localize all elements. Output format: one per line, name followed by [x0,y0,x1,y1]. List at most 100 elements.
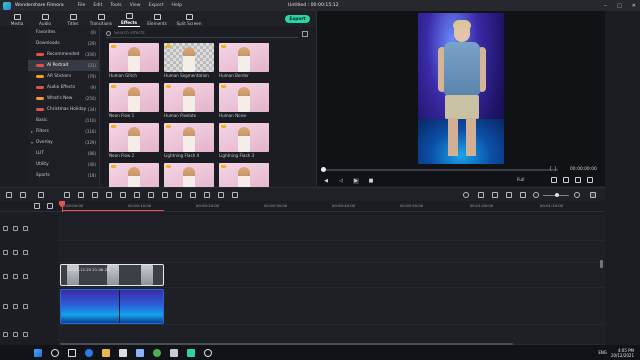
category-item[interactable]: Audio Effects (9) [28,82,99,93]
step-back-icon[interactable]: ◁ [338,178,344,184]
menu-view[interactable]: View [130,3,141,8]
keyframe-icon[interactable] [162,192,168,198]
category-item[interactable]: LUT (86) [28,148,99,159]
category-item[interactable]: Basic (116) [28,115,99,126]
mute-icon[interactable] [23,332,28,337]
category-item[interactable]: Favorites (0) [28,27,99,38]
effect-tile[interactable]: Lightning Flash 4 [164,123,214,161]
render-icon[interactable] [463,192,469,198]
lock-icon[interactable] [13,250,18,255]
maximize-icon[interactable]: □ [617,3,622,9]
effect-tile[interactable]: Neon Flow 2 [109,123,159,161]
export-button[interactable]: Export [285,15,310,23]
menu-help[interactable]: Help [172,3,182,8]
volume-icon[interactable] [575,177,581,183]
effect-tile[interactable]: Lightning Flash 3 [219,123,269,161]
cut-icon[interactable] [64,192,70,198]
preview-scrubber[interactable] [321,167,558,172]
language-indicator[interactable]: ENG [598,350,607,355]
menu-tools[interactable]: Tools [110,3,121,8]
green-screen-icon[interactable] [176,192,182,198]
zoom-slider-handle[interactable] [555,193,559,197]
category-item[interactable]: Christmas Holiday (34) [28,104,99,115]
tab-audio[interactable]: Audio [34,11,56,27]
scrubber-handle[interactable] [321,167,326,172]
effect-tile[interactable]: Human Pixelate [164,83,214,121]
effect-tile[interactable]: Neon Flow 1 [109,83,159,121]
preview-quality[interactable]: Full [517,178,525,183]
voiceover-icon[interactable] [492,192,498,198]
search-taskbar-icon[interactable] [51,348,59,357]
tab-media[interactable]: Media [6,11,28,27]
redo-icon[interactable] [20,192,26,198]
undo-icon[interactable] [6,192,12,198]
windows-start-icon[interactable] [34,348,42,357]
preview-video[interactable] [418,13,504,164]
category-item[interactable]: AI Portrait (31) [28,60,99,71]
motion-tracking-icon[interactable] [204,192,210,198]
category-item[interactable]: Utility (40) [28,159,99,170]
category-item[interactable]: Recommended (300) [28,49,99,60]
effect-tile[interactable]: Human Glitch [109,43,159,81]
minimize-icon[interactable]: ‒ [604,3,607,9]
lock-icon[interactable] [13,274,18,279]
zoom-in-icon[interactable] [574,192,580,198]
mark-in-out-icon[interactable]: { } [549,166,557,172]
delete-icon[interactable] [38,192,44,198]
tab-effects[interactable]: Effects [118,11,140,27]
category-item[interactable]: Sports (18) [28,170,99,181]
stop-icon[interactable]: ■ [368,178,374,184]
fullscreen-icon[interactable] [587,177,593,183]
link-icon[interactable] [47,203,53,209]
effect-tile[interactable]: Human Border [219,43,269,81]
add-track-icon[interactable] [34,203,40,209]
category-item[interactable]: What's New (250) [28,93,99,104]
stabilize-icon[interactable] [148,192,154,198]
lock-icon[interactable] [13,304,18,309]
underwater-background-clip[interactable] [60,289,164,324]
audio-stretch-icon[interactable] [218,192,224,198]
category-item[interactable]: ▸ Filters (316) [28,126,99,137]
search-input[interactable] [114,31,264,36]
zoom-out-icon[interactable] [533,192,539,198]
category-item[interactable]: Downloads (29) [28,38,99,49]
file-explorer-icon[interactable] [102,348,110,357]
grid-view-icon[interactable] [302,31,308,37]
speed-icon[interactable] [92,192,98,198]
edge-icon[interactable] [85,348,93,357]
tab-elements[interactable]: Elements [146,11,168,27]
timeline-vertical-scrollbar[interactable] [600,260,603,268]
play-icon[interactable]: ▶ [353,178,359,184]
filmora-taskbar-icon[interactable] [187,348,195,357]
menu-file[interactable]: File [78,3,86,8]
store-icon[interactable] [119,348,127,357]
tab-split-screen[interactable]: Split Screen [174,11,204,27]
split-audio-icon[interactable] [190,192,196,198]
effect-tile[interactable]: Human Segmentation [164,43,214,81]
mail-icon[interactable] [136,348,144,357]
eye-icon[interactable] [23,274,28,279]
snapshot-timeline-icon[interactable] [520,192,526,198]
menu-export[interactable]: Export [149,3,164,8]
eye-icon[interactable] [23,226,28,231]
eye-icon[interactable] [23,304,28,309]
marker-icon[interactable] [478,192,484,198]
more-tools-icon[interactable] [232,192,238,198]
tab-titles[interactable]: Titles [62,11,84,27]
fit-timeline-icon[interactable] [590,192,596,198]
lock-icon[interactable] [13,226,18,231]
audio-mixer-icon[interactable] [120,192,126,198]
zoom-slider[interactable] [543,193,569,197]
audio-track-lane[interactable] [58,325,605,345]
display-icon[interactable] [551,177,557,183]
task-view-icon[interactable] [68,348,76,357]
eye-icon[interactable] [23,250,28,255]
lock-icon[interactable] [13,332,18,337]
category-item[interactable]: AR Stickers (79) [28,71,99,82]
close-icon[interactable]: ✕ [632,3,636,9]
tab-transitions[interactable]: Transitions [90,11,112,27]
category-item[interactable]: ▾ Overlay (329) [28,137,99,148]
effect-tile[interactable]: Human Noise [219,83,269,121]
track-lane-3[interactable] [58,241,605,263]
crop-icon[interactable] [78,192,84,198]
